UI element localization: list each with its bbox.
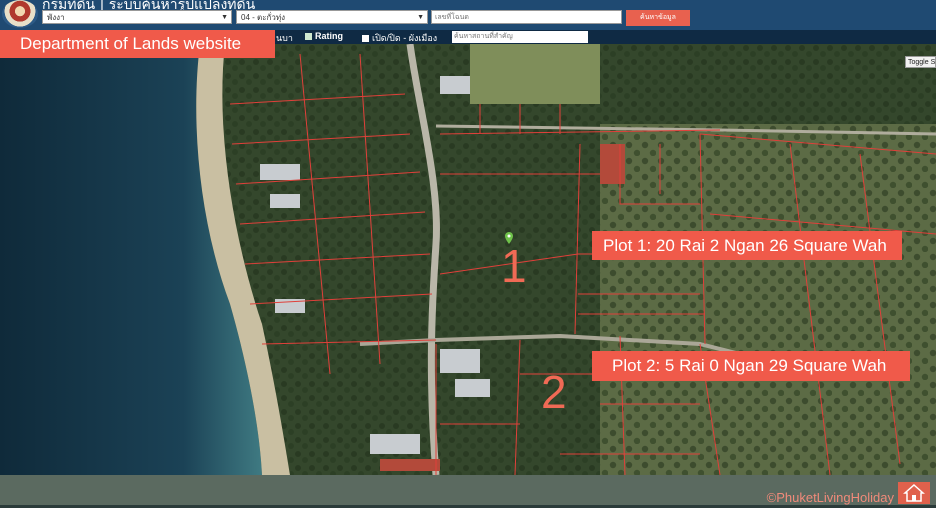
home-button[interactable] — [898, 482, 930, 504]
city-plan-toggle[interactable]: เปิด/ปิด - ผังเมือง — [362, 31, 437, 45]
province-select-value: พังงา — [47, 13, 65, 22]
province-select[interactable]: พังงา ▼ — [42, 10, 232, 24]
dol-website-callout: Department of Lands website — [0, 30, 275, 58]
field-area-north — [470, 44, 600, 104]
city-plan-label: เปิด/ปิด - ผังเมือง — [372, 33, 438, 43]
district-select-value: 04 - ตะกั่วทุ่ง — [241, 13, 286, 22]
plot-2-number: 2 — [541, 366, 567, 418]
department-seal-logo — [2, 0, 38, 28]
layer-label-fragment: นบา — [276, 33, 293, 43]
plot-1-number: 1 — [501, 240, 527, 292]
rating-toggle[interactable]: Rating — [305, 31, 343, 41]
chevron-down-icon: ▼ — [221, 14, 228, 21]
checkbox-icon[interactable] — [362, 35, 369, 43]
chevron-down-icon: ▼ — [417, 14, 424, 21]
deed-number-input[interactable] — [431, 10, 622, 24]
landmark-search-input[interactable] — [452, 31, 588, 43]
toggle-layer-button[interactable]: Toggle S — [905, 56, 936, 68]
top-header-bar: กรมที่ดิน | ระบบค้นหารูปแปลงที่ดิน พังงา… — [0, 0, 936, 30]
orchard-area-east — [600, 124, 936, 475]
district-select[interactable]: 04 - ตะกั่วทุ่ง ▼ — [236, 10, 428, 24]
rating-label: Rating — [315, 31, 343, 41]
copyright-watermark: ©PhuketLivingHoliday — [766, 490, 894, 505]
checkbox-icon[interactable] — [305, 33, 312, 41]
plot-1-callout: Plot 1: 20 Rai 2 Ngan 26 Square Wah — [592, 231, 902, 260]
home-icon — [903, 483, 925, 502]
search-button[interactable]: ค้นหาข้อมูล — [626, 10, 690, 26]
plot-2-callout: Plot 2: 5 Rai 0 Ngan 29 Square Wah — [592, 351, 910, 381]
